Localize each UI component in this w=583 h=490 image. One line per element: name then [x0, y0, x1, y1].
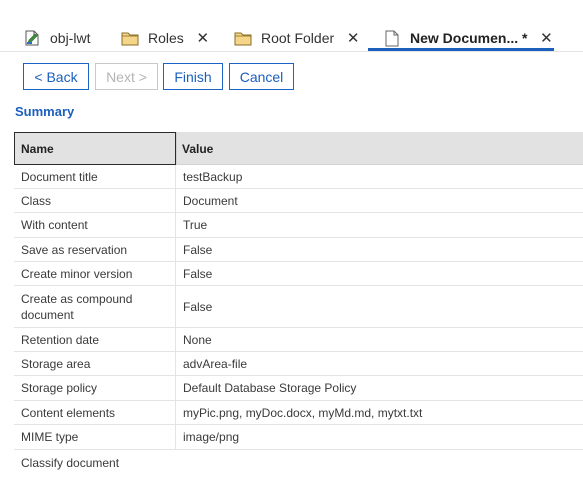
row-name: Class — [14, 189, 176, 212]
table-row: Document title testBackup — [14, 165, 583, 189]
table-row: With content True — [14, 213, 583, 238]
table-row: Retention date None — [14, 328, 583, 352]
row-value: myPic.png, myDoc.docx, myMd.md, mytxt.tx… — [183, 405, 423, 420]
close-icon[interactable]: ✕ — [196, 29, 210, 47]
table-row: Create minor version False — [14, 262, 583, 286]
table-row: Save as reservation False — [14, 238, 583, 262]
close-icon[interactable]: ✕ — [346, 29, 360, 47]
row-name: Storage policy — [14, 376, 176, 400]
row-name: Save as reservation — [14, 238, 176, 261]
summary-heading: Summary — [15, 104, 75, 119]
row-name: Retention date — [14, 328, 176, 351]
tab-bar: obj-lwt Roles ✕ Root Folder ✕ New Docume… — [0, 0, 583, 52]
table-row: Storage area advArea-file — [14, 352, 583, 376]
tab-label: Roles — [148, 30, 184, 46]
table-row: Classify document — [14, 450, 583, 475]
tab-root-folder[interactable]: Root Folder ✕ — [233, 26, 360, 50]
folder-icon — [120, 29, 140, 47]
row-value: None — [183, 332, 212, 347]
document-icon — [382, 29, 402, 47]
next-button[interactable]: Next > — [95, 63, 158, 90]
table-row: MIME type image/png — [14, 425, 583, 450]
row-name: MIME type — [14, 425, 176, 449]
row-name: Document title — [14, 165, 176, 188]
row-name: With content — [14, 213, 176, 237]
row-name: Classify document — [21, 455, 120, 470]
tab-label: obj-lwt — [50, 30, 91, 46]
row-value: Default Database Storage Policy — [183, 381, 357, 395]
row-value: advArea-file — [183, 356, 248, 371]
tab-roles[interactable]: Roles ✕ — [120, 26, 210, 50]
document-edit-icon — [22, 29, 42, 47]
table-header: Name Value — [14, 132, 583, 165]
row-value: False — [183, 299, 213, 314]
tab-new-document[interactable]: New Documen... * ✕ — [382, 26, 553, 50]
back-button[interactable]: < Back — [23, 63, 89, 90]
row-value: image/png — [183, 430, 240, 444]
column-divider — [176, 132, 177, 165]
row-value: False — [183, 266, 213, 281]
tab-divider — [0, 51, 583, 52]
row-value: True — [183, 218, 208, 232]
summary-table: Name Value Document title testBackup Cla… — [14, 132, 583, 475]
folder-icon — [233, 29, 253, 47]
row-value: False — [183, 242, 213, 257]
row-name: Create as compound document — [14, 286, 176, 327]
column-header-value[interactable]: Value — [182, 132, 213, 165]
close-icon[interactable]: ✕ — [539, 29, 553, 47]
finish-button[interactable]: Finish — [163, 63, 223, 90]
row-value: Document — [183, 193, 238, 208]
column-header-name[interactable]: Name — [14, 132, 176, 165]
row-value: testBackup — [183, 169, 243, 184]
table-row: Class Document — [14, 189, 583, 213]
table-row: Storage policy Default Database Storage … — [14, 376, 583, 401]
row-name: Storage area — [14, 352, 176, 375]
table-row: Create as compound document False — [14, 286, 583, 328]
cancel-button[interactable]: Cancel — [229, 63, 294, 90]
tab-label: Root Folder — [261, 30, 335, 46]
row-name: Content elements — [14, 401, 176, 424]
table-row: Content elements myPic.png, myDoc.docx, … — [14, 401, 583, 425]
tab-label: New Documen... * — [410, 30, 528, 46]
row-name: Create minor version — [14, 262, 176, 285]
tab-obj-lwt[interactable]: obj-lwt — [22, 26, 90, 50]
